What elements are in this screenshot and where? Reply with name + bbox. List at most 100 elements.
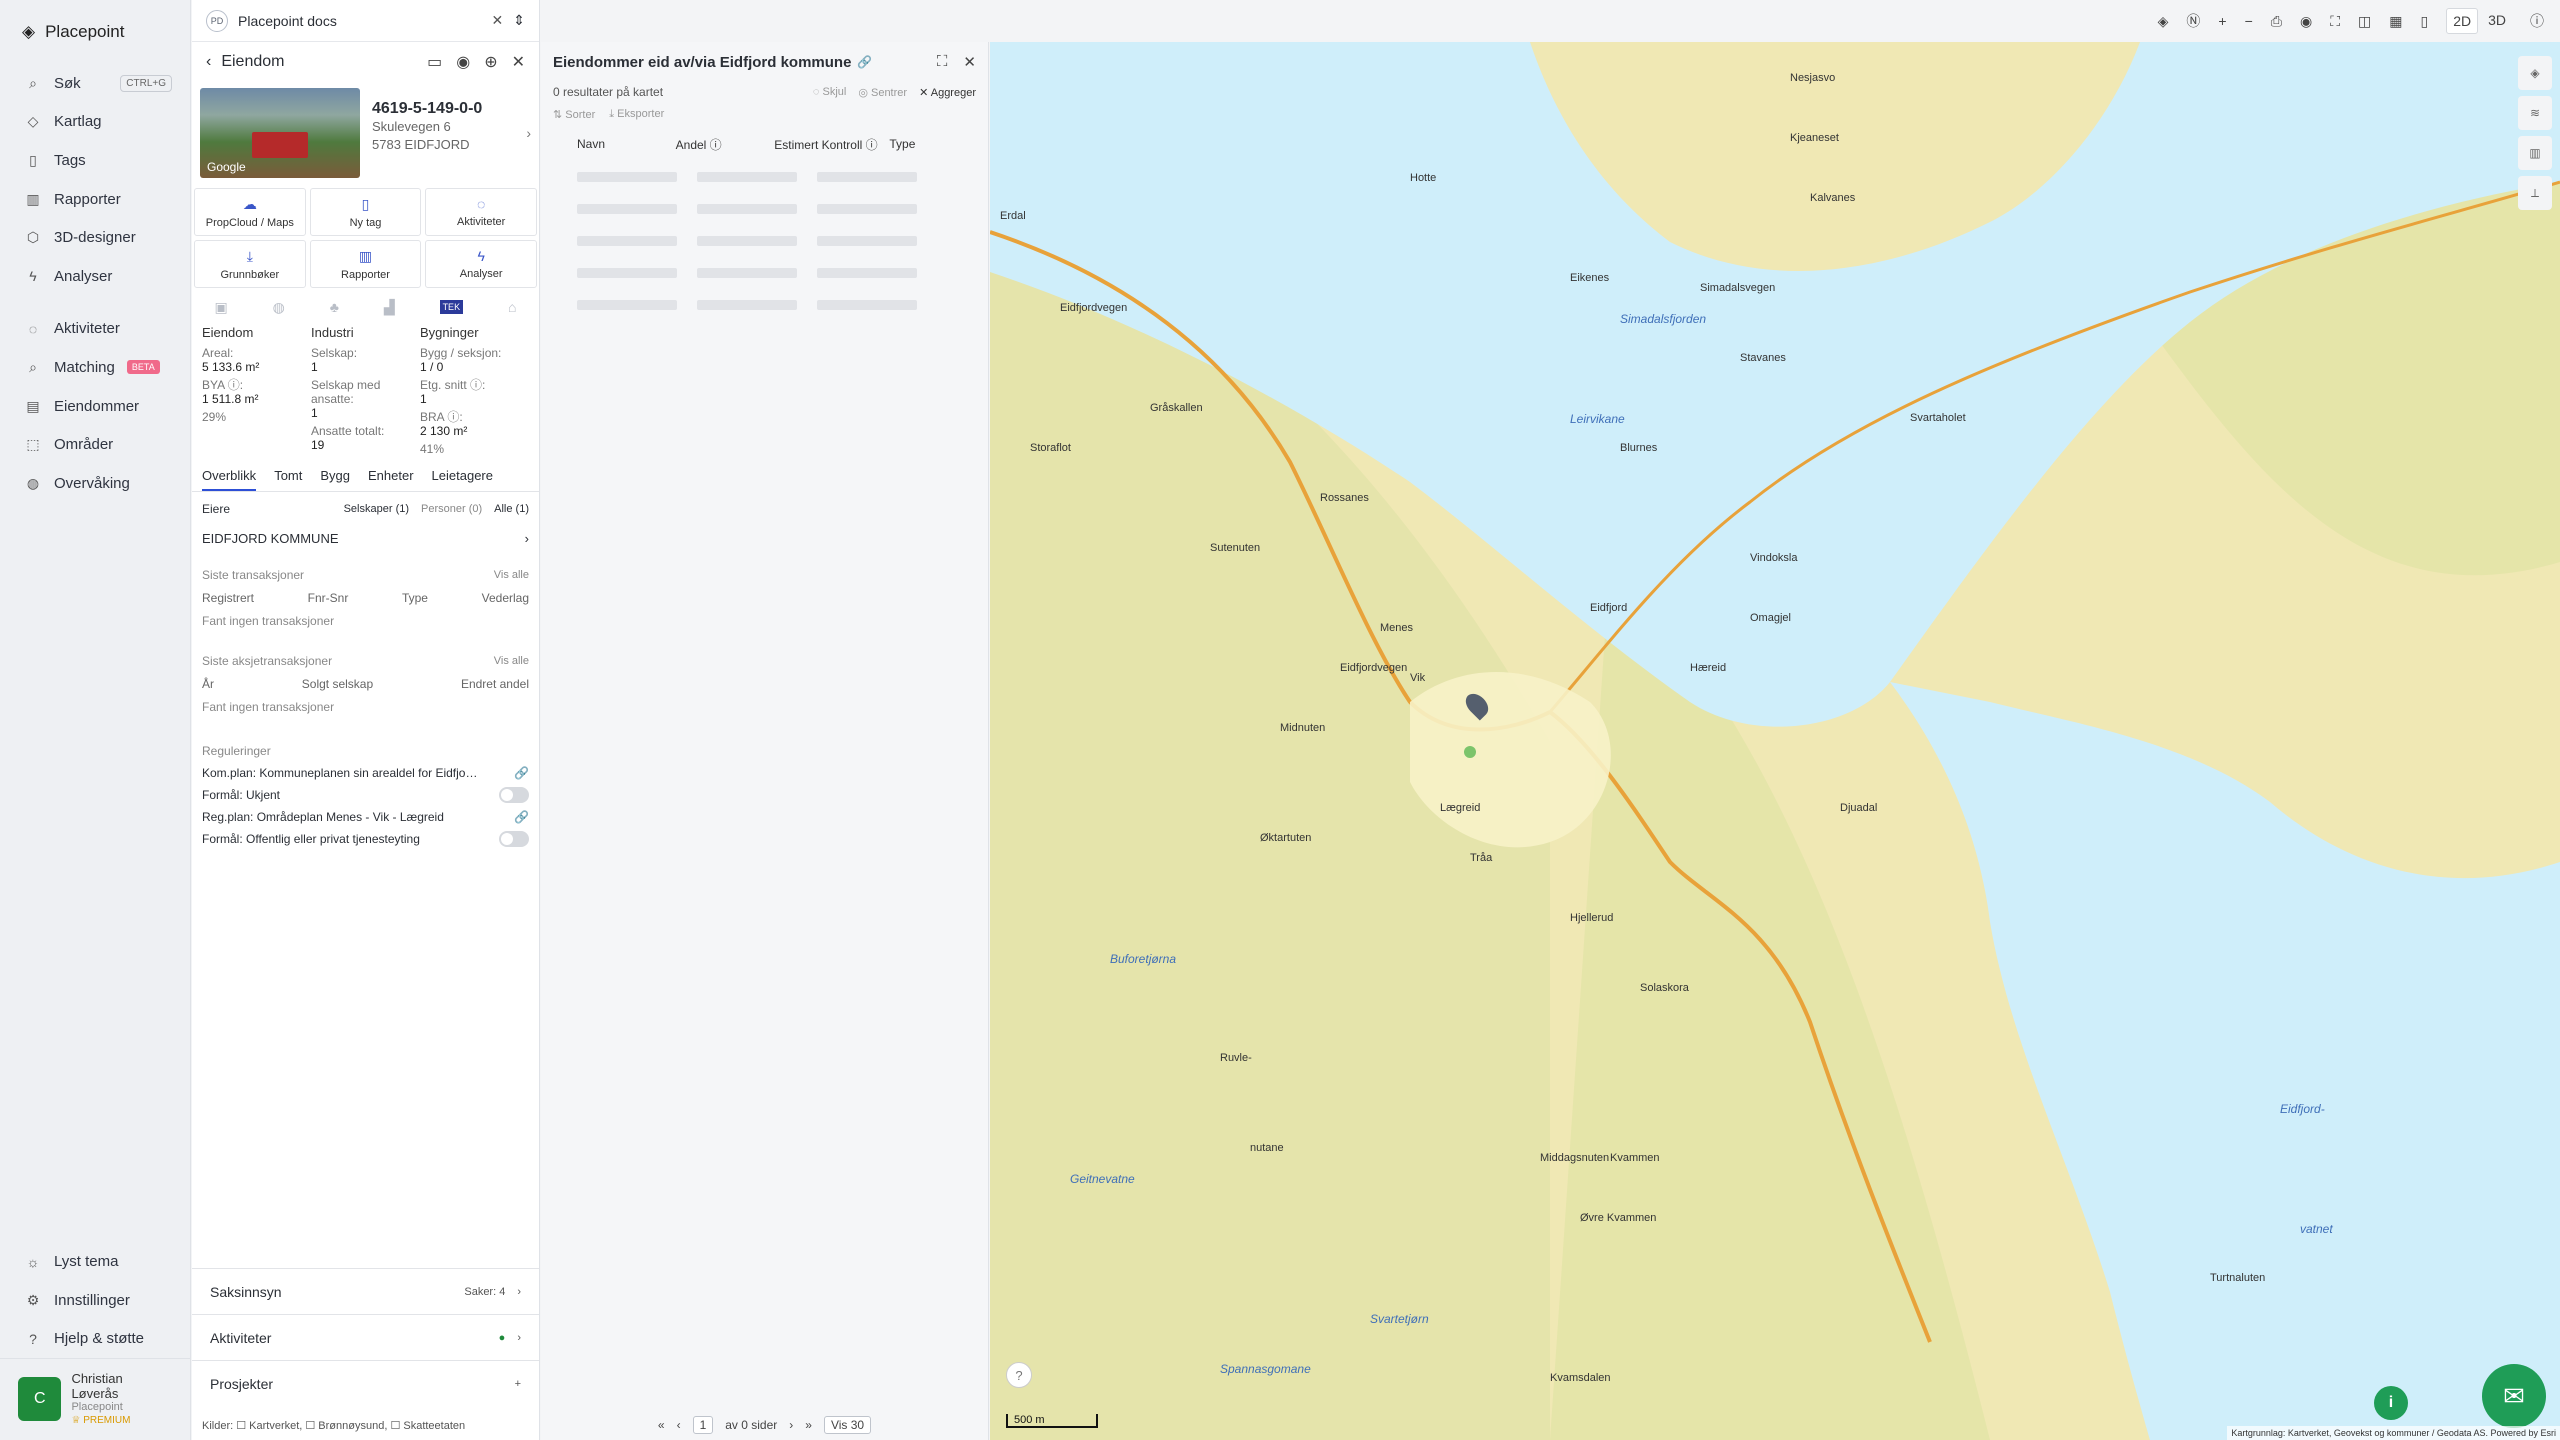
layers-icon[interactable]: ◈ — [2158, 13, 2169, 30]
brand[interactable]: ◈ Placepoint — [0, 0, 190, 64]
nav-item-matching[interactable]: ⌕ Matching BETA — [0, 348, 190, 387]
regulations-section: Reguleringer Kom.plan: Kommuneplanen sin… — [202, 744, 529, 847]
tab-enheter[interactable]: Enheter — [368, 468, 414, 483]
toggle-formal-2[interactable] — [499, 831, 529, 847]
accordion-aktiviteter[interactable]: Aktiviteter ● › — [192, 1314, 539, 1360]
nav-item-rapporter[interactable]: ▥ Rapporter — [0, 180, 190, 219]
3d-button[interactable]: 3D — [2482, 8, 2512, 34]
tab-tomt[interactable]: Tomt — [274, 468, 302, 483]
360-icon[interactable]: ▭ — [427, 52, 442, 72]
last-page-icon[interactable]: » — [805, 1418, 812, 1432]
action-grid: ☁ PropCloud / Maps ▯ Ny tag ◌ Aktiviteter ⤓… — [192, 184, 539, 292]
basemap-icon[interactable]: ◈ — [2518, 56, 2552, 90]
chevron-updown-icon[interactable]: ⇕ — [513, 12, 525, 29]
link-icon[interactable]: 🔗 — [857, 55, 872, 69]
nav-item-analyser[interactable]: ϟ Analyser — [0, 257, 190, 296]
eye-icon[interactable]: ◉ — [456, 52, 470, 72]
vis-alle-link[interactable]: Vis alle — [494, 655, 529, 667]
page-size-select[interactable]: Vis 30 — [823, 1416, 872, 1434]
camera-icon[interactable]: ◫ — [2358, 13, 2371, 30]
br-icon[interactable]: ▣ — [214, 299, 227, 316]
propcloud-button[interactable]: ☁ PropCloud / Maps — [194, 188, 306, 236]
close-icon[interactable]: ✕ — [963, 53, 976, 71]
stairs-icon[interactable]: ▟ — [384, 299, 395, 316]
link-icon[interactable]: 🔗 — [514, 810, 529, 824]
export-button[interactable]: ⤓ Eksporter — [609, 108, 664, 121]
new-tag-button[interactable]: ▯ Ny tag — [309, 188, 422, 236]
compass-icon[interactable]: Ⓝ — [2186, 11, 2200, 31]
target-icon[interactable]: ⊕ — [484, 52, 497, 72]
nav-item-hjelp[interactable]: ? Hjelp & støtte — [0, 1319, 190, 1358]
nav-item-3d-designer[interactable]: ⬡ 3D-designer — [0, 218, 190, 257]
tab-overblikk[interactable]: Overblikk — [202, 468, 257, 491]
info-icon[interactable]: i — [2374, 1386, 2408, 1420]
plant-icon[interactable]: ♣ — [330, 299, 339, 315]
print-icon[interactable]: ⎙ — [2271, 13, 2282, 30]
info-icon[interactable]: ⓘ — [2530, 11, 2544, 31]
user-profile[interactable]: C Christian Løverås Placepoint ♕ PREMIUM — [0, 1358, 190, 1440]
help-icon[interactable]: ? — [1006, 1362, 1032, 1388]
first-page-icon[interactable]: « — [658, 1418, 665, 1432]
2d-button[interactable]: 2D — [2446, 8, 2479, 34]
nav-item-kartlag[interactable]: ◇ Kartlag — [0, 103, 190, 142]
close-icon[interactable]: ✕ — [492, 12, 504, 29]
zoom-in-icon[interactable]: + — [2218, 13, 2226, 29]
fullscreen-icon[interactable]: ⛶ — [2330, 13, 2340, 30]
table-header: Navn Andel ⓘ Estimert Kontroll ⓘ Type — [541, 127, 988, 161]
reports-button[interactable]: ▥ Rapporter — [309, 240, 422, 288]
col-estimert-kontroll[interactable]: Estimert Kontroll ⓘ — [774, 136, 889, 153]
filter-alle[interactable]: Alle (1) — [494, 503, 529, 515]
nav-item-innstillinger[interactable]: ⚙ Innstillinger — [0, 1281, 190, 1320]
beta-badge: BETA — [126, 360, 160, 375]
close-icon[interactable]: ✕ — [512, 52, 525, 72]
tab-leietagere[interactable]: Leietagere — [432, 468, 493, 483]
measure-icon[interactable]: ⟂ — [2518, 176, 2552, 210]
nav-item-lyst-tema[interactable]: ☼ Lyst tema — [0, 1242, 190, 1281]
col-type[interactable]: Type — [889, 137, 988, 151]
nav-item-omrader[interactable]: ⬚ Områder — [0, 425, 190, 464]
grid-icon[interactable]: ▦ — [2389, 13, 2402, 30]
property-card[interactable]: Google 4619-5-149-0-0 Skulevegen 6 5783 … — [192, 82, 539, 184]
analyses-button[interactable]: ϟ Analyser — [425, 240, 537, 288]
home-icon[interactable]: ⌂ — [508, 299, 516, 315]
toggle-formal-1[interactable] — [499, 787, 529, 803]
accordion-prosjekter[interactable]: Prosjekter + — [192, 1360, 539, 1406]
col-navn[interactable]: Navn — [577, 137, 676, 151]
vis-alle-link[interactable]: Vis alle — [494, 569, 529, 581]
next-page-icon[interactable]: › — [789, 1418, 793, 1432]
filter-selskaper[interactable]: Selskaper (1) — [344, 503, 409, 515]
tab-bygg[interactable]: Bygg — [320, 468, 350, 483]
chevron-right-icon[interactable]: › — [526, 125, 531, 141]
expand-icon[interactable]: ⛶ — [937, 53, 948, 71]
aggreger-button[interactable]: ✕ Aggreger — [919, 86, 976, 99]
chat-icon[interactable]: ✉ — [2482, 1364, 2546, 1428]
sentrer-button[interactable]: ◎ Sentrer — [858, 86, 907, 99]
grunnboker-button[interactable]: ⤓ Grunnbøker — [194, 240, 306, 288]
map-view[interactable]: Erdal Hotte Eikenes Simadalsvegen Nesjas… — [990, 42, 2560, 1440]
col-andel[interactable]: Andel ⓘ — [676, 136, 775, 153]
nav-item-sok[interactable]: ⌕ Søk CTRL+G — [0, 64, 190, 103]
globe-icon[interactable]: ◍ — [273, 299, 285, 316]
sort-button[interactable]: ⇅ Sorter — [553, 108, 595, 121]
filter-personer[interactable]: Personer (0) — [421, 503, 482, 515]
zoom-out-icon[interactable]: − — [2245, 13, 2253, 29]
docs-label[interactable]: Placepoint docs — [238, 13, 337, 29]
back-icon[interactable]: ‹ — [206, 53, 211, 71]
nav-item-tags[interactable]: ▯ Tags — [0, 141, 190, 180]
street-view-photo[interactable]: Google — [200, 88, 360, 178]
owner-row[interactable]: EIDFJORD KOMMUNE › — [192, 526, 539, 550]
nav-item-aktiviteter[interactable]: ◌ Aktiviteter — [0, 310, 190, 349]
prev-page-icon[interactable]: ‹ — [677, 1418, 681, 1432]
skjul-button[interactable]: ◌ Skjul — [813, 86, 846, 99]
nav-item-overvaking[interactable]: ◍ Overvåking — [0, 464, 190, 503]
layer-stack-icon[interactable]: ≋ — [2518, 96, 2552, 130]
eye-icon[interactable]: ◉ — [2300, 13, 2312, 30]
tek-icon[interactable]: TEK — [439, 300, 464, 314]
activities-button[interactable]: ◌ Aktiviteter — [425, 188, 537, 236]
bookmark-icon[interactable]: ▯ — [2420, 13, 2428, 30]
chart-icon[interactable]: ▥ — [2518, 136, 2552, 170]
nav-item-eiendommer[interactable]: ▤ Eiendommer — [0, 387, 190, 426]
accordion-saksinnsyn[interactable]: Saksinnsyn Saker: 4 › — [192, 1268, 539, 1314]
link-icon[interactable]: 🔗 — [514, 766, 529, 780]
page-input[interactable]: 1 — [692, 1416, 714, 1434]
